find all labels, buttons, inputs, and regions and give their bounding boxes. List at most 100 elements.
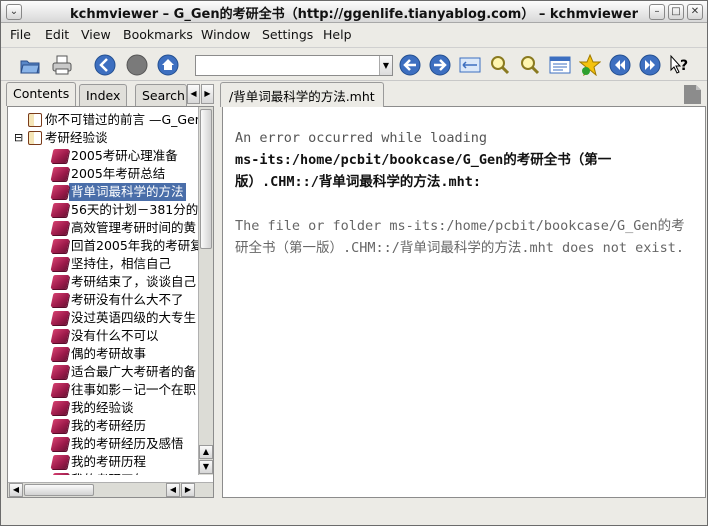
tree-item-label: 我的考研经历 (71, 418, 147, 433)
close-tab-icon[interactable] (682, 84, 702, 105)
back-icon[interactable] (93, 53, 117, 77)
whats-this-icon[interactable]: ? (667, 53, 691, 77)
stop-icon[interactable] (125, 53, 149, 77)
tree-item[interactable]: 高效管理考研时间的黄 (50, 219, 198, 237)
tree-item-label: 回首2005年我的考研复 (71, 238, 198, 253)
document-tab[interactable]: /背单词最科学的方法.mht (220, 82, 384, 107)
tree-item-label: 考研经验谈 (45, 130, 108, 145)
scroll-left-icon[interactable]: ◀ (9, 483, 23, 497)
chevron-down-icon[interactable]: ▼ (379, 56, 392, 75)
navigation-tabs: Contents Index Search ◀ ▶ (4, 82, 215, 106)
book-icon (50, 401, 70, 415)
tab-scroll-right-icon[interactable]: ▶ (201, 84, 214, 104)
tree-item[interactable]: 坚持住，相信自己 (50, 255, 173, 273)
menu-settings[interactable]: Settings (262, 27, 313, 42)
tree-item[interactable]: 我的考研经历及感悟 (50, 435, 186, 453)
menu-help[interactable]: Help (323, 27, 352, 42)
tree-item[interactable]: 你不可错过的前言 —G_Gen (14, 111, 198, 129)
tree-item[interactable]: 我的考研经历 (50, 417, 148, 435)
tab-search[interactable]: Search (135, 84, 187, 106)
minimize-button[interactable]: – (649, 4, 665, 20)
tree-item[interactable]: 偶的考研故事 (50, 345, 148, 363)
tree-item-label: 2005考研心理准备 (71, 148, 178, 163)
close-button[interactable]: ✕ (687, 4, 703, 20)
prev-page-icon[interactable] (398, 53, 422, 77)
tree-item-label: 我的考研历程 (71, 454, 147, 469)
error-message: The file or folder ms-its:/home/pcbit/bo… (235, 218, 685, 256)
tree-item[interactable]: 我的经验谈 (50, 399, 136, 417)
horizontal-scrollbar[interactable]: ◀ ◀ ▶ (8, 482, 213, 497)
document-view[interactable]: An error occurred while loading ms-its:/… (222, 106, 706, 498)
tree-item[interactable]: 2005考研心理准备 (50, 147, 180, 165)
book-icon (50, 473, 70, 475)
book-icon (50, 221, 70, 235)
book-icon (50, 383, 70, 397)
book-icon (50, 257, 70, 271)
tree-item-label: 偶的考研故事 (71, 346, 147, 361)
bookmark-star-icon[interactable] (578, 53, 602, 77)
tree-item[interactable]: 考研结束了，谈谈自己 (50, 273, 198, 291)
menu-view[interactable]: View (81, 27, 111, 42)
title-bar[interactable]: ⌄ kchmviewer – G_Gen的考研全书（http://ggenlif… (1, 1, 707, 23)
menu-bookmarks[interactable]: Bookmarks (123, 27, 193, 42)
maximize-button[interactable]: □ (668, 4, 684, 20)
view-source-icon[interactable] (548, 53, 572, 77)
tree-item-label: 没有什么不可以 (71, 328, 159, 343)
next-page-icon[interactable] (428, 53, 452, 77)
menu-bar: File Edit View Bookmarks Window Settings… (1, 24, 707, 46)
vertical-scroll-thumb[interactable] (200, 109, 212, 249)
zoom-out-icon[interactable] (518, 53, 542, 77)
tree-item[interactable]: 没有什么不可以 (50, 327, 161, 345)
app-window: ⌄ kchmviewer – G_Gen的考研全书（http://ggenlif… (0, 0, 708, 526)
svg-text:?: ? (680, 58, 688, 74)
status-bar (1, 503, 707, 525)
scroll-right-icon[interactable]: ▶ (181, 483, 195, 497)
address-combobox[interactable]: ▼ (195, 55, 393, 76)
tree-item[interactable]: 没过英语四级的大专生 (50, 309, 198, 327)
zoom-in-icon[interactable] (488, 53, 512, 77)
tree-item[interactable]: 2005年考研总结 (50, 165, 167, 183)
tree-items: 你不可错过的前言 —G_Gen ⊟ 考研经验谈 2005考研心理准备 2005年考研总结… (8, 107, 198, 475)
vertical-scrollbar[interactable]: ▲ ▼ (198, 107, 213, 475)
home-icon[interactable] (156, 53, 180, 77)
horizontal-scroll-thumb[interactable] (24, 484, 94, 496)
tab-index[interactable]: Index (79, 84, 128, 106)
tree-item[interactable]: 考研没有什么大不了 (50, 291, 186, 309)
tree-item[interactable]: 往事如影－记一个在职 (50, 381, 198, 399)
rewind-icon[interactable] (608, 53, 632, 77)
fit-icon[interactable] (458, 53, 482, 77)
menu-window[interactable]: Window (201, 27, 250, 42)
open-icon[interactable] (18, 53, 42, 77)
book-icon (50, 203, 70, 217)
tree-item[interactable]: 我的考研历程 (50, 453, 148, 471)
toolbar: ▼ ? (1, 47, 707, 81)
menu-file[interactable]: File (10, 27, 31, 42)
tree-item[interactable]: ⊟ 考研经验谈 (14, 129, 110, 147)
print-icon[interactable] (50, 53, 74, 77)
tree-item[interactable]: 背单词最科学的方法 (50, 183, 186, 201)
book-icon (50, 437, 70, 451)
book-icon (50, 365, 70, 379)
scroll-left-icon-2[interactable]: ◀ (166, 483, 180, 497)
contents-tree[interactable]: 你不可错过的前言 —G_Gen ⊟ 考研经验谈 2005考研心理准备 2005年考研总结… (7, 106, 214, 498)
book-icon (50, 419, 70, 433)
scroll-down-icon[interactable]: ▼ (199, 460, 213, 474)
book-icon (50, 329, 70, 343)
tab-scroll-left-icon[interactable]: ◀ (187, 84, 200, 104)
tab-contents[interactable]: Contents (6, 82, 77, 106)
tree-item[interactable]: 回首2005年我的考研复 (50, 237, 198, 255)
tree-item-label: 高效管理考研时间的黄 (71, 220, 197, 235)
tree-item-label: 考研结束了，谈谈自己 (71, 274, 197, 289)
book-icon (50, 149, 70, 163)
document-panel: /背单词最科学的方法.mht An error occurred while l… (220, 82, 706, 500)
scroll-up-icon[interactable]: ▲ (199, 445, 213, 459)
book-icon (50, 293, 70, 307)
menu-edit[interactable]: Edit (45, 27, 69, 42)
tree-item-label: 56天的计划－381分的 (71, 202, 198, 217)
tree-item[interactable]: 适合最广大考研者的备 (50, 363, 198, 381)
tree-item[interactable]: 我的考研四年 (50, 471, 148, 475)
tree-item[interactable]: 56天的计划－381分的 (50, 201, 198, 219)
tree-item-label: 我的考研经历及感悟 (71, 436, 184, 451)
forward-icon[interactable] (638, 53, 662, 77)
collapse-toggle-icon[interactable]: ⊟ (14, 129, 28, 147)
